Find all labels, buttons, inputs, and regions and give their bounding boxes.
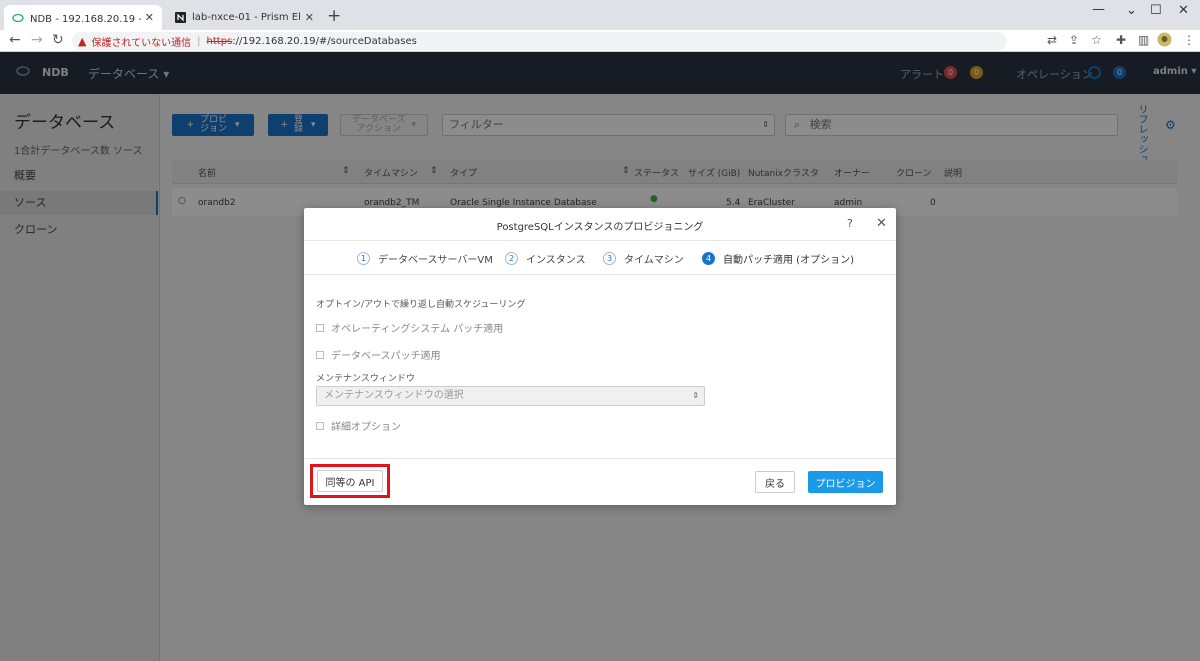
back-arrow-icon[interactable]: ← bbox=[9, 32, 21, 48]
advanced-options-checkbox[interactable]: 詳細オプション bbox=[316, 418, 401, 433]
url-text: ://192.168.20.19/#/sourceDatabases bbox=[232, 35, 417, 47]
warning-icon: ▲ bbox=[78, 34, 87, 48]
highlight-box bbox=[310, 464, 390, 498]
step-number: 4 bbox=[702, 252, 715, 265]
address-bar-row: ← → ↻ ▲ 保護されていない通信 | https ://192.168.20… bbox=[0, 30, 1200, 52]
browser-tab-prism[interactable]: lab-nxce-01 - Prism Element ✕ bbox=[166, 5, 322, 30]
divider bbox=[304, 458, 896, 459]
close-tab-icon[interactable]: ✕ bbox=[305, 11, 314, 24]
checkbox-box[interactable] bbox=[316, 421, 324, 430]
os-patch-checkbox[interactable]: オペレーティングシステム パッチ適用 bbox=[316, 320, 503, 335]
optin-label: オプトイン/アウトで繰り返し自動スケジューリング bbox=[316, 300, 526, 310]
divider bbox=[304, 240, 896, 241]
tab-title: lab-nxce-01 - Prism Element bbox=[192, 12, 301, 23]
translate-icon[interactable]: ⇄ bbox=[1047, 33, 1057, 47]
checkbox-box[interactable] bbox=[316, 323, 324, 332]
browser-tabstrip: NDB - 192.168.20.19 - データベース ✕ lab-nxce-… bbox=[0, 0, 1200, 30]
browser-menu-icon[interactable]: ⋮ bbox=[1183, 33, 1195, 47]
bookmark-star-icon[interactable]: ☆ bbox=[1091, 33, 1102, 47]
help-icon[interactable]: ? bbox=[847, 217, 853, 230]
new-tab-button[interactable]: + bbox=[327, 6, 341, 26]
step-1[interactable]: 1 データベースサーバーVM bbox=[357, 251, 493, 266]
nutanix-favicon-icon bbox=[174, 12, 186, 24]
close-tab-icon[interactable]: ✕ bbox=[145, 11, 154, 24]
profile-avatar-icon[interactable] bbox=[1157, 32, 1172, 50]
tab-title: NDB - 192.168.20.19 - データベース bbox=[30, 14, 141, 25]
maintenance-window-label: メンテナンスウィンドウ bbox=[316, 374, 415, 384]
browser-tab-ndb[interactable]: NDB - 192.168.20.19 - データベース ✕ bbox=[4, 5, 162, 30]
maintenance-window-select[interactable]: メンテナンスウィンドウの選択 ⇕ bbox=[316, 386, 705, 406]
os-patch-label: オペレーティングシステム パッチ適用 bbox=[331, 324, 504, 335]
step-label: タイムマシン bbox=[624, 255, 684, 266]
checkbox-box[interactable] bbox=[316, 350, 324, 359]
close-window-icon[interactable]: ✕ bbox=[1178, 3, 1189, 18]
window-menu-icon[interactable]: ⌄ bbox=[1126, 3, 1137, 18]
divider bbox=[304, 274, 896, 275]
db-patch-label: データベースパッチ適用 bbox=[331, 351, 441, 362]
step-number: 1 bbox=[357, 252, 370, 265]
step-label: データベースサーバーVM bbox=[378, 255, 493, 266]
back-button[interactable]: 戻る bbox=[755, 471, 795, 493]
divider: | bbox=[197, 35, 201, 47]
url-scheme: https bbox=[206, 35, 233, 47]
reload-icon[interactable]: ↻ bbox=[52, 32, 64, 48]
extensions-icon[interactable]: ✚ bbox=[1116, 33, 1126, 47]
step-label: 自動パッチ適用 (オプション) bbox=[723, 255, 854, 266]
db-patch-checkbox[interactable]: データベースパッチ適用 bbox=[316, 347, 441, 362]
maximize-window-icon[interactable]: ☐ bbox=[1150, 3, 1162, 18]
forward-arrow-icon[interactable]: → bbox=[31, 32, 43, 48]
step-number: 2 bbox=[505, 252, 518, 265]
close-icon[interactable]: ✕ bbox=[876, 216, 887, 231]
step-number: 3 bbox=[603, 252, 616, 265]
security-status: 保護されていない通信 bbox=[91, 37, 192, 49]
advanced-options-label: 詳細オプション bbox=[331, 422, 401, 433]
dialog-title: PostgreSQLインスタンスのプロビジョニング bbox=[496, 222, 704, 233]
select-arrows-icon: ⇕ bbox=[692, 391, 699, 400]
ndb-favicon-icon bbox=[12, 12, 24, 24]
minimize-window-icon[interactable]: — bbox=[1092, 2, 1105, 17]
step-3[interactable]: 3 タイムマシン bbox=[603, 251, 684, 266]
provision-submit-button[interactable]: プロビジョン bbox=[808, 471, 883, 493]
maintenance-window-placeholder: メンテナンスウィンドウの選択 bbox=[324, 390, 464, 401]
share-icon[interactable]: ⇪ bbox=[1069, 33, 1079, 47]
provision-dialog: PostgreSQLインスタンスのプロビジョニング ? ✕ 1 データベースサー… bbox=[304, 208, 896, 505]
step-label: インスタンス bbox=[526, 255, 586, 266]
side-panel-icon[interactable]: ▥ bbox=[1138, 33, 1149, 47]
url-input[interactable]: ▲ 保護されていない通信 | https ://192.168.20.19/#/… bbox=[72, 32, 1007, 50]
step-4[interactable]: 4 自動パッチ適用 (オプション) bbox=[702, 251, 854, 266]
step-2[interactable]: 2 インスタンス bbox=[505, 251, 586, 266]
